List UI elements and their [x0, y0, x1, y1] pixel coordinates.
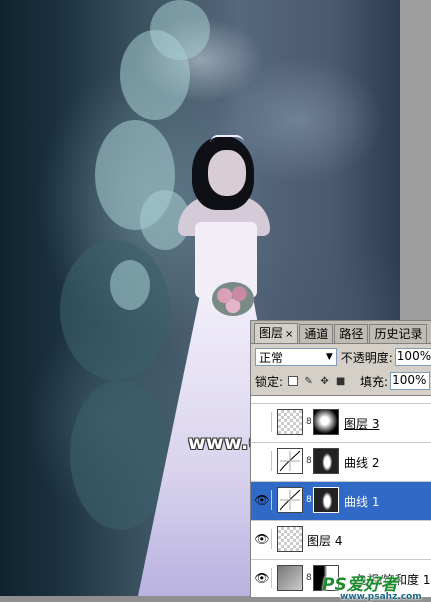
foliage — [70, 380, 170, 530]
layer-row[interactable]: 👁 8 曲线 2 — [251, 443, 431, 482]
blend-mode-value: 正常 — [259, 350, 284, 365]
workspace-background — [400, 0, 431, 320]
layer-mask-thumbnail[interactable] — [313, 409, 339, 435]
layer-mask-thumbnail[interactable] — [313, 487, 339, 513]
curves-icon — [277, 448, 303, 474]
link-icon: 8 — [306, 495, 312, 505]
opacity-label: 不透明度: — [340, 350, 393, 365]
blend-row: 正常 ▼ 不透明度: 100% — [255, 347, 431, 367]
blend-mode-select[interactable]: 正常 ▼ — [255, 348, 337, 366]
lock-row: 锁定: ✎ ✥ ■ 填充: 100% — [255, 371, 431, 391]
layer-row[interactable]: 👁 图层 4 — [251, 521, 431, 560]
layer-row-partial — [251, 396, 431, 404]
foliage — [150, 0, 210, 60]
layer-row[interactable]: 👁 8 图层 3 — [251, 404, 431, 443]
logo-url: www.psahz.com — [340, 592, 422, 602]
layer-name: 曲线 1 — [344, 495, 380, 509]
layer-mask-thumbnail[interactable] — [313, 448, 339, 474]
chevron-down-icon: ▼ — [325, 352, 333, 362]
foliage — [110, 260, 150, 310]
panel-tabs: 图层 × 通道 路径 历史记录 — [251, 321, 431, 344]
layer-thumbnail — [277, 409, 303, 435]
layer-row-selected[interactable]: 👁 8 曲线 1 — [251, 482, 431, 521]
tab-label: 历史记录 — [374, 327, 423, 341]
tab-history[interactable]: 历史记录 — [369, 324, 428, 343]
lock-brush-icon[interactable]: ✎ — [303, 376, 314, 387]
eye-icon[interactable]: 👁 — [253, 529, 272, 549]
tab-channels[interactable]: 通道 — [299, 324, 334, 343]
eye-icon[interactable]: 👁 — [253, 568, 272, 588]
hue-saturation-icon — [277, 565, 303, 591]
fill-input[interactable]: 100% — [390, 372, 431, 390]
tiara — [210, 135, 244, 145]
eye-icon[interactable]: 👁 — [253, 490, 272, 510]
layer-thumbnail — [277, 526, 303, 552]
foliage — [60, 240, 170, 380]
layers-panel: 图层 × 通道 路径 历史记录 正常 ▼ 不透明度: 100% 锁定: ✎ ✥ ■… — [250, 320, 431, 597]
visibility-toggle[interactable]: 👁 — [253, 451, 272, 471]
layer-name: 图层 4 — [307, 534, 343, 548]
tab-layers[interactable]: 图层 × — [254, 323, 299, 343]
bouquet — [212, 282, 254, 316]
site-logo: PS爱好者 www.psahz.com — [322, 570, 422, 602]
lock-transparent-icon[interactable] — [288, 376, 299, 386]
lock-label: 锁定: — [255, 374, 284, 389]
opacity-input[interactable]: 100% — [394, 348, 431, 366]
tab-label: 图层 — [259, 326, 284, 340]
curves-icon — [277, 487, 303, 513]
link-icon: 8 — [306, 573, 312, 583]
lock-all-icon[interactable]: ■ — [335, 376, 346, 387]
lock-move-icon[interactable]: ✥ — [319, 376, 330, 387]
tab-label: 路径 — [339, 327, 364, 341]
layer-name: 图层 3 — [344, 417, 380, 431]
bride-face — [208, 150, 246, 196]
visibility-toggle[interactable]: 👁 — [253, 412, 272, 432]
tab-paths[interactable]: 路径 — [334, 324, 369, 343]
close-icon[interactable]: × — [285, 329, 293, 340]
fill-label: 填充: — [360, 374, 389, 389]
link-icon: 8 — [306, 417, 312, 427]
layers-list: 👁 8 图层 3 👁 8 曲线 2 👁 8 曲线 1 — [251, 395, 431, 597]
link-icon: 8 — [306, 456, 312, 466]
tab-label: 通道 — [304, 327, 329, 341]
layer-name: 曲线 2 — [344, 456, 380, 470]
